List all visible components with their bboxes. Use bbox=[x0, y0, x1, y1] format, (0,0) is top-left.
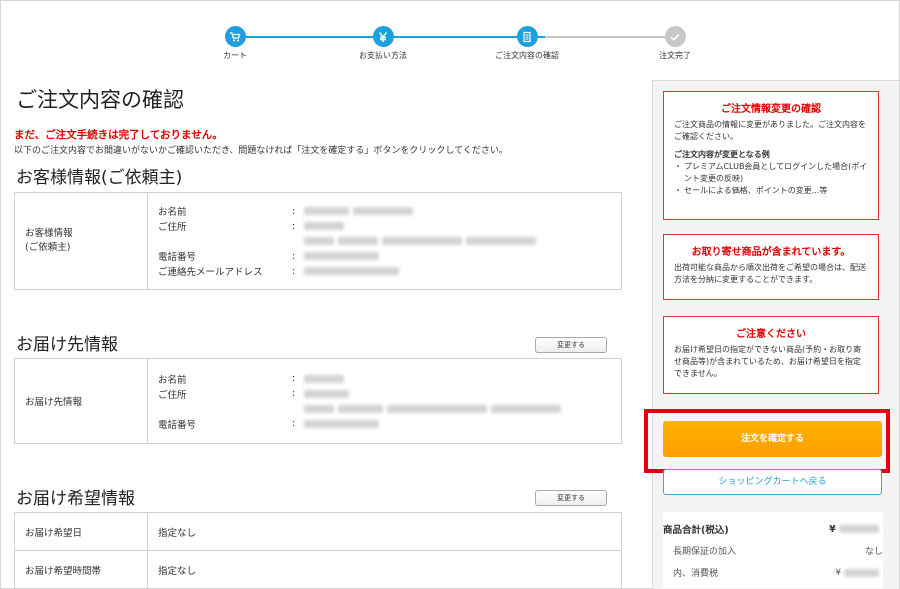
document-icon bbox=[516, 26, 538, 47]
backorder-alert: お取り寄せ商品が含まれています。 出荷可能な商品から順次出荷をご希望の場合は、配… bbox=[663, 234, 879, 300]
pref-value-time: 指定なし bbox=[147, 550, 622, 589]
instruction-text: 以下のご注文内容でお間違いがないかご確認いただき、問題なければ「注文を確定する」… bbox=[14, 146, 508, 156]
change-preference-button[interactable]: 変更する bbox=[535, 490, 607, 506]
summary-tax-row: 内、消費税 ¥ bbox=[663, 566, 883, 579]
pref-label-date: お届け希望日 bbox=[14, 512, 148, 551]
alert-body: ご注文商品の情報に変更がありました。ご注文内容をご確認ください。 bbox=[674, 120, 866, 141]
page-title: ご注文内容の確認 bbox=[16, 88, 184, 112]
currency-symbol: ¥ bbox=[835, 567, 842, 578]
alert-body: お届け希望日の指定ができない商品(予約・お取り寄せ商品等)が含まれているため、お… bbox=[674, 345, 862, 378]
alert-title: ご注文情報変更の確認 bbox=[721, 104, 821, 115]
step-label: 注文完了 bbox=[659, 51, 691, 60]
customer-fields: お名前: ご住所: 電話番号: ご連絡先メールアドレス: bbox=[147, 192, 622, 290]
order-summary: 商品合計(税込) ¥ 長期保証の加入 なし 内、消費税 ¥ bbox=[663, 512, 883, 588]
pref-value-date: 指定なし bbox=[147, 512, 622, 551]
step-label: カート bbox=[223, 51, 247, 60]
alert-list-item: プレミアムCLUB会員としてログインした場合(ポイント変更の反映) bbox=[674, 161, 868, 185]
summary-total-label: 商品合計(税込) bbox=[663, 525, 729, 536]
incomplete-warning: まだ、ご注文手続きは完了しておりません。 bbox=[14, 129, 223, 141]
delivery-head-label: お届け先情報 bbox=[14, 358, 148, 444]
customer-head-label: お客様情報 (ご依頼主) bbox=[14, 192, 148, 290]
alert-subtitle: ご注文内容が変更となる例 bbox=[674, 150, 770, 159]
step-label: お支払い方法 bbox=[359, 51, 407, 60]
field-label-phone: 電話番号 bbox=[158, 419, 197, 431]
step-cart: カート bbox=[180, 26, 290, 61]
preference-table: お届け希望日 指定なし お届け希望時間帯 指定なし bbox=[14, 512, 622, 589]
customer-section-title: お客様情報(ご依頼主) bbox=[16, 168, 183, 188]
delivery-section-title: お届け先情報 bbox=[16, 335, 118, 355]
summary-warranty-row: 長期保証の加入 なし bbox=[663, 544, 883, 557]
step-label: ご注文内容の確認 bbox=[495, 51, 559, 60]
summary-warranty-label: 長期保証の加入 bbox=[673, 547, 737, 557]
confirm-button-highlight bbox=[644, 409, 890, 473]
summary-tax-label: 内、消費税 bbox=[673, 569, 719, 579]
change-delivery-button[interactable]: 変更する bbox=[535, 337, 607, 353]
summary-total-row: 商品合計(税込) ¥ bbox=[663, 522, 883, 536]
preference-section-title: お届け希望情報 bbox=[16, 489, 135, 509]
checkout-stepper: カート お支払い方法 ご注文内容の確認 注文完了 bbox=[200, 0, 700, 70]
caution-alert: ご注意ください お届け希望日の指定ができない商品(予約・お取り寄せ商品等)が含ま… bbox=[663, 316, 879, 394]
field-label-name: お名前 bbox=[158, 374, 187, 386]
order-change-alert: ご注文情報変更の確認 ご注文商品の情報に変更がありました。ご注文内容をご確認くだ… bbox=[663, 91, 879, 220]
field-label-address: ご住所 bbox=[158, 222, 187, 233]
back-to-cart-button[interactable]: ショッピングカートへ戻る bbox=[663, 469, 882, 495]
currency-symbol: ¥ bbox=[829, 523, 836, 535]
step-complete: 注文完了 bbox=[620, 26, 730, 61]
field-label-address: ご住所 bbox=[158, 389, 187, 401]
alert-title: ご注意ください bbox=[736, 329, 806, 340]
summary-warranty-value: なし bbox=[864, 547, 883, 557]
step-confirm: ご注文内容の確認 bbox=[472, 26, 582, 61]
cart-icon bbox=[224, 26, 246, 47]
delivery-info-table: お届け先情報 お名前: ご住所: 電話番号: bbox=[14, 358, 622, 444]
customer-info-table: お客様情報 (ご依頼主) お名前: ご住所: 電話番号: ご連絡先メールアドレス… bbox=[14, 192, 622, 290]
alert-title: お取り寄せ商品が含まれています。 bbox=[691, 247, 851, 258]
field-label-name: お名前 bbox=[158, 207, 187, 218]
field-label-phone: 電話番号 bbox=[158, 252, 197, 263]
check-icon bbox=[664, 26, 686, 47]
delivery-fields: お名前: ご住所: 電話番号: bbox=[147, 358, 622, 444]
pref-label-time: お届け希望時間帯 bbox=[14, 550, 148, 589]
alert-body: 出荷可能な商品から順次出荷をご希望の場合は、配送方法を分納に変更することができま… bbox=[674, 263, 866, 284]
alert-list-item: セールによる価格、ポイントの変更...等 bbox=[674, 185, 868, 197]
step-payment: お支払い方法 bbox=[328, 26, 438, 61]
yen-icon bbox=[372, 26, 394, 47]
field-label-email: ご連絡先メールアドレス bbox=[158, 267, 263, 278]
